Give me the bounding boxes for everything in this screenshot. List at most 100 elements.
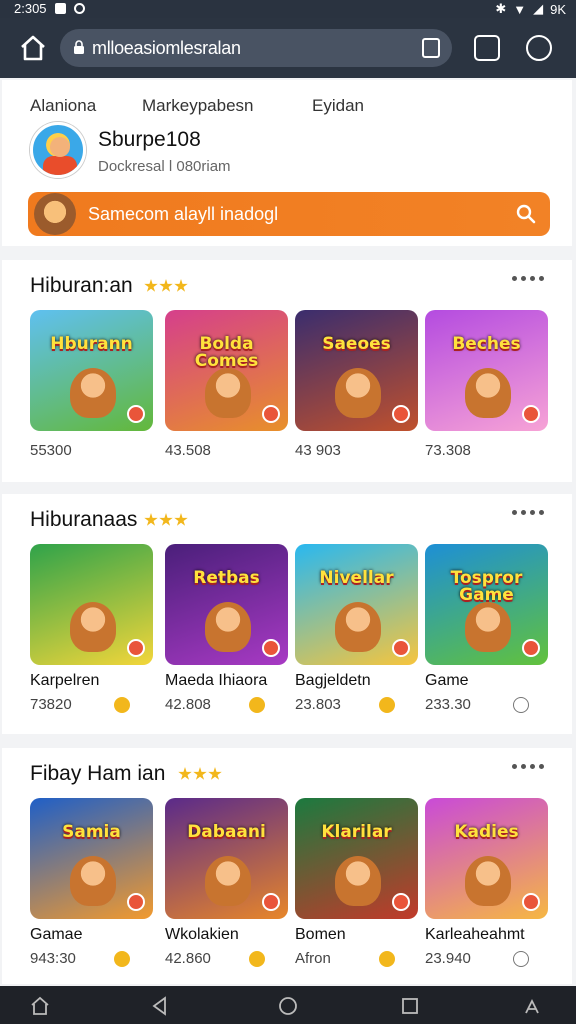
game-thumbnail[interactable]: Klarilar [295,798,418,919]
rating-stars [178,767,222,781]
search-icon[interactable] [516,204,536,224]
coin-icon [249,951,265,967]
game-thumbnail[interactable] [30,544,153,665]
game-art-title: Beches [452,334,521,354]
tab-switcher-icon[interactable] [422,38,440,58]
game-count: 73820 [30,696,72,713]
status-bar: 2:305 ✱ ▼ ◢ 9K [0,0,576,18]
star-icon [159,513,173,526]
game-name[interactable]: Bomen [295,926,346,944]
game-art-title: Retbas [193,568,260,588]
game-thumbnail[interactable]: Tospror Game [425,544,548,665]
info-icon [513,951,529,967]
rating-stars [144,279,188,293]
game-name[interactable]: Karleaheahmt [425,926,525,944]
avatar[interactable] [30,122,86,178]
game-thumbnail[interactable]: Bolda Comes [165,310,288,431]
game-thumbnail[interactable]: Kadies [425,798,548,919]
game-thumbnail[interactable]: Beches [425,310,548,431]
recents-icon[interactable] [400,996,420,1016]
clock: 2:305 [14,1,47,16]
game-name[interactable]: Bagjeldetn [295,672,371,690]
game-badge-icon [522,639,540,657]
game-thumbnail[interactable]: Dabaani [165,798,288,919]
tab-eyidan[interactable]: Eyidan [312,96,364,116]
game-count: 43.508 [165,442,211,459]
browser-toolbar: mlloeasiomlesralan [0,18,576,78]
back-icon[interactable] [150,996,170,1016]
system-nav-bar [0,986,576,1024]
game-character [465,856,511,906]
game-badge-icon [522,893,540,911]
game-character [205,602,251,652]
more-options-icon[interactable] [512,764,544,769]
address-bar[interactable]: mlloeasiomlesralan [60,29,452,67]
tab-alaniona[interactable]: Alaniona [30,96,96,116]
promo-search-bar[interactable]: Samecom alayll inadogl [28,192,550,236]
info-icon [513,697,529,713]
game-character [335,856,381,906]
home-circle-icon[interactable] [278,996,298,1016]
game-thumbnail[interactable]: Nivellar [295,544,418,665]
game-character [465,602,511,652]
star-icon [144,279,158,292]
game-name[interactable]: Wkolakien [165,926,239,944]
game-badge-icon [262,893,280,911]
username: Sburpe108 [98,128,201,151]
game-character [70,368,116,418]
game-badge-icon [262,639,280,657]
game-character [335,368,381,418]
battery-level: 9K [550,1,566,17]
section-title: Fibay Ham ian [30,762,166,785]
game-count: 43 903 [295,442,341,459]
game-character [70,602,116,652]
mascot-image [34,193,76,235]
game-thumbnail[interactable]: Retbas [165,544,288,665]
profile-card: Alaniona Markeypabesn Eyidan Sburpe108 D… [2,80,572,246]
game-badge-icon [392,405,410,423]
user-subtitle: Dockresal l 080riam [98,158,231,175]
star-icon [174,279,188,292]
coin-icon [114,697,130,713]
game-count: 943:30 [30,950,76,967]
home-icon[interactable] [18,34,48,62]
signal-icon: ◢ [533,1,544,16]
game-name[interactable]: Gamae [30,926,82,944]
more-options-icon[interactable] [512,510,544,515]
game-name[interactable]: Game [425,672,469,690]
account-icon[interactable] [526,35,552,61]
game-art-title: Dabaani [187,822,266,842]
game-art-title: Tospror Game [450,568,523,605]
nav-home-icon[interactable] [30,996,50,1016]
tabs-icon[interactable] [474,35,500,61]
tab-markeypabesn[interactable]: Markeypabesn [142,96,254,116]
game-art-title: Bolda Comes [194,334,259,371]
share-icon[interactable] [522,996,542,1016]
game-badge-icon [392,893,410,911]
game-thumbnail[interactable]: Hburann [30,310,153,431]
game-badge-icon [392,639,410,657]
bluetooth-icon: ✱ [495,1,507,16]
game-name[interactable]: Karpelren [30,672,99,690]
promo-label: Samecom alayll inadogl [88,204,279,224]
game-art-title: Nivellar [319,568,394,588]
sync-icon [73,3,85,14]
game-badge-icon [127,405,145,423]
game-thumbnail[interactable]: Samia [30,798,153,919]
game-badge-icon [522,405,540,423]
game-art-title: Kadies [454,822,519,842]
more-options-icon[interactable] [512,276,544,281]
game-art-title: Saeoes [322,334,391,354]
game-count: 42.808 [165,696,211,713]
game-section: Hiburan:an Hburann 55300 Bolda Comes 43.508 S… [2,260,572,482]
notification-icon [54,3,66,14]
game-name[interactable]: Maeda Ihiaora [165,672,267,690]
wifi-icon: ▼ [513,1,527,17]
url-text: mlloeasiomlesralan [92,38,241,58]
star-icon [144,513,158,526]
game-art-title: Klarilar [321,822,392,842]
section-title: Hiburanaas [30,508,138,531]
game-character [205,368,251,418]
game-thumbnail[interactable]: Saeoes [295,310,418,431]
coin-icon [249,697,265,713]
